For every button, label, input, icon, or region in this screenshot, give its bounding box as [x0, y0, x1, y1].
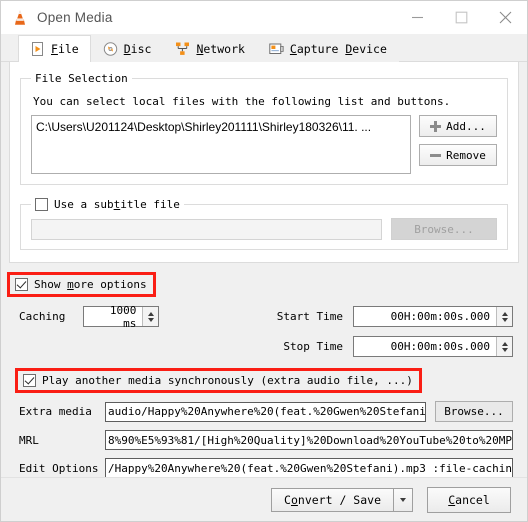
tab-file-label: File [51, 42, 79, 56]
dialog-footer: Co nvert / Save Cancel [1, 477, 527, 521]
use-subtitle-label: Use a subtitle file [54, 198, 180, 211]
plus-icon [430, 120, 442, 132]
chevron-up-icon[interactable] [501, 311, 508, 316]
tab-network-label: Network [196, 42, 245, 56]
file-list[interactable]: C:\Users\U201124\Desktop\Shirley201111\S… [31, 115, 411, 174]
tab-disc[interactable]: Disc [90, 35, 164, 62]
extra-media-browse-button[interactable]: Browse... [435, 401, 513, 422]
list-item[interactable]: C:\Users\U201124\Desktop\Shirley201111\S… [36, 119, 406, 135]
disc-icon [103, 42, 118, 56]
add-file-label: Add... [446, 119, 486, 133]
chevron-down-icon[interactable] [501, 317, 508, 322]
use-subtitle-checkbox[interactable] [35, 198, 48, 211]
subtitle-legend: Use a subtitle file [31, 198, 184, 211]
subtitle-row: Browse... [31, 218, 497, 240]
add-file-button[interactable]: Add... [419, 115, 497, 137]
tab-network[interactable]: Network [163, 35, 257, 62]
subtitle-browse-button: Browse... [391, 218, 497, 240]
start-time-label: Start Time [276, 310, 343, 323]
title-bar: Open Media [1, 1, 527, 34]
file-selection-hint: You can select local files with the foll… [33, 95, 451, 108]
caching-value[interactable]: 1000 ms [84, 304, 142, 330]
minimize-icon[interactable] [395, 1, 439, 34]
stop-time-stepper-arrows[interactable] [496, 337, 512, 356]
open-media-dialog: Open Media File Disc Network Capture Dev… [0, 0, 528, 522]
play-another-media-row: Play another media synchronously (extra … [15, 368, 527, 393]
file-selection-legend: File Selection [35, 72, 128, 85]
extra-media-row: Extra media audio/Happy%20Anywhere%20(fe… [1, 401, 527, 422]
edit-options-label: Edit Options [19, 461, 99, 475]
close-icon[interactable] [483, 1, 527, 34]
show-more-options-checkbox[interactable] [15, 278, 28, 291]
chevron-up-icon[interactable] [147, 311, 154, 316]
file-list-buttons: Add... Remove [419, 115, 497, 166]
caching-stepper[interactable]: 1000 ms [83, 304, 160, 330]
stop-time-label: Stop Time [283, 340, 343, 353]
show-more-options-label: Show more options [34, 278, 147, 291]
start-time-stepper[interactable]: 00H:00m:00s.000 [353, 306, 513, 327]
stop-time-stepper[interactable]: 00H:00m:00s.000 [353, 336, 513, 357]
subtitle-group: Use a subtitle file Browse... [20, 198, 508, 250]
remove-file-button[interactable]: Remove [419, 144, 497, 166]
minus-icon [430, 150, 442, 161]
tab-file[interactable]: File [18, 35, 91, 62]
file-icon [30, 42, 45, 56]
convert-save-button[interactable]: Co nvert / Save [271, 487, 394, 512]
extra-media-input[interactable]: audio/Happy%20Anywhere%20(feat.%20Gwen%2… [105, 401, 426, 422]
extra-media-label: Extra media [19, 405, 92, 418]
show-more-options-highlight: Show more options [7, 272, 156, 297]
file-tab-pane: File Selection You can select local file… [9, 62, 519, 263]
stop-time-value[interactable]: 00H:00m:00s.000 [354, 337, 496, 356]
start-time-value[interactable]: 00H:00m:00s.000 [354, 307, 496, 326]
play-another-media-checkbox[interactable] [23, 374, 36, 387]
network-icon [175, 42, 190, 56]
chevron-up-icon[interactable] [501, 341, 508, 346]
window-title: Open Media [37, 10, 113, 25]
mrl-row: MRL 8%90%E5%93%81/[High%20Quality]%20Dow… [1, 430, 527, 450]
file-selection-group: File Selection You can select local file… [20, 72, 508, 185]
cancel-button[interactable]: Cancel [427, 486, 511, 513]
caching-and-start-time-row: Caching 1000 ms Start Time 00H:00m:00s.0… [1, 304, 527, 330]
tab-disc-label: Disc [123, 42, 152, 56]
mrl-input[interactable]: 8%90%E5%93%81/[High%20Quality]%20Downloa… [105, 430, 513, 450]
edit-options-row: Edit Options /Happy%20Anywhere%20(feat.%… [1, 458, 527, 478]
mrl-label: MRL [19, 433, 39, 447]
vlc-cone-icon [11, 9, 29, 27]
show-more-options-row: Show more options [7, 272, 527, 297]
file-selection-row: C:\Users\U201124\Desktop\Shirley201111\S… [31, 115, 497, 174]
tab-strip: File Disc Network Capture Device [1, 34, 527, 62]
convert-save-split-button: Co nvert / Save [271, 487, 413, 512]
edit-options-input[interactable]: /Happy%20Anywhere%20(feat.%20Gwen%20Stef… [105, 458, 513, 478]
start-time-stepper-arrows[interactable] [496, 307, 512, 326]
tab-capture-device[interactable]: Capture Device [256, 35, 399, 62]
maximize-icon[interactable] [439, 1, 483, 34]
subtitle-path-input[interactable] [31, 218, 382, 240]
chevron-down-icon[interactable] [501, 347, 508, 352]
caching-stepper-arrows[interactable] [142, 307, 159, 326]
chevron-down-icon [400, 497, 406, 502]
caching-label: Caching [19, 310, 66, 323]
convert-save-dropdown-button[interactable] [394, 487, 413, 512]
chevron-down-icon[interactable] [147, 317, 154, 322]
stop-time-row: Stop Time 00H:00m:00s.000 [1, 336, 527, 357]
tab-capture-device-label: Capture Device [289, 42, 387, 56]
window-controls [395, 1, 527, 34]
capture-device-icon [269, 42, 284, 56]
remove-file-label: Remove [446, 148, 486, 162]
play-another-media-label: Play another media synchronously (extra … [42, 374, 413, 387]
play-another-media-highlight: Play another media synchronously (extra … [15, 368, 422, 393]
